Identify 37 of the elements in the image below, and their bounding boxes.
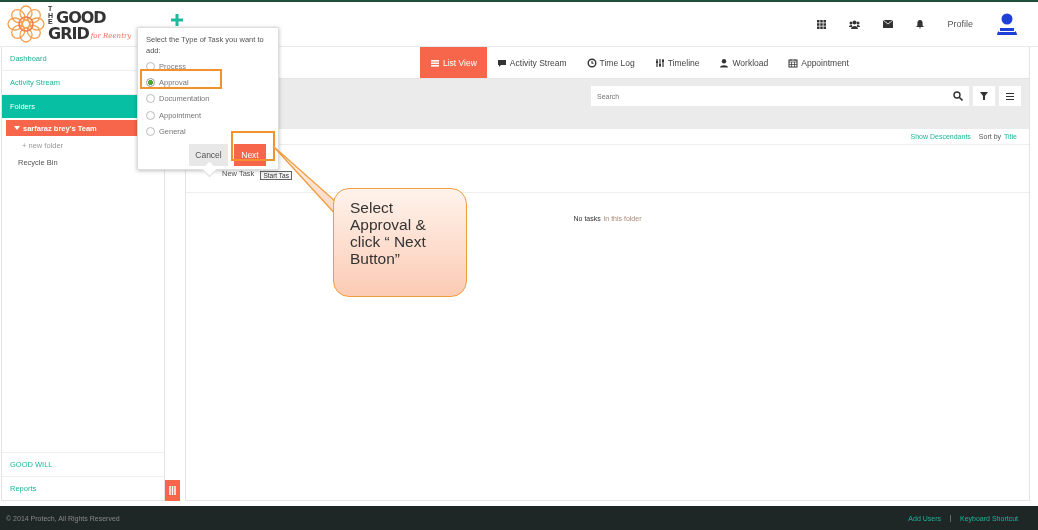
- sliders-icon: [654, 57, 665, 68]
- view-tab[interactable]: List View: [420, 47, 487, 78]
- bell-icon[interactable]: [916, 19, 925, 29]
- clock-icon: [586, 57, 597, 68]
- radio-button[interactable]: [146, 110, 155, 120]
- radio-button[interactable]: [146, 94, 155, 104]
- cancel-button[interactable]: Cancel: [189, 144, 228, 167]
- next-button[interactable]: Next: [234, 144, 266, 167]
- calendar-icon: [788, 57, 799, 68]
- radio-button[interactable]: [146, 61, 155, 71]
- speech-bubble-icon: [496, 57, 507, 68]
- filter-button[interactable]: [973, 86, 995, 106]
- avatar-icon[interactable]: [996, 13, 1018, 35]
- user-icon: [719, 57, 730, 68]
- callout: Select Approval & click “ Next Button”: [333, 188, 467, 297]
- envelope-icon[interactable]: [883, 20, 894, 28]
- search-icon[interactable]: [953, 91, 963, 101]
- radio-button[interactable]: [146, 77, 155, 87]
- menu-icon: [1006, 92, 1014, 100]
- profile-link[interactable]: Profile: [947, 19, 973, 29]
- view-tab[interactable]: Appointment: [778, 47, 859, 78]
- view-tab[interactable]: Activity Stream: [486, 47, 577, 78]
- view-tab[interactable]: Time Log: [576, 47, 645, 78]
- logo-text: GRID: [48, 25, 89, 42]
- view-tab[interactable]: Workload: [709, 47, 779, 78]
- list-icon: [430, 57, 440, 68]
- highlight-frame: [231, 131, 275, 161]
- grid-icon[interactable]: [817, 19, 827, 29]
- flower-logo-icon: [6, 4, 46, 44]
- caret-icon: [14, 126, 20, 130]
- filter-icon: [980, 92, 988, 100]
- view-tab[interactable]: Timeline: [644, 47, 710, 78]
- users-icon[interactable]: [849, 19, 861, 29]
- logo-text: GOOD: [56, 9, 106, 26]
- collapse-handle-icon[interactable]: [165, 480, 180, 501]
- menu-button[interactable]: [999, 86, 1021, 106]
- radio-button[interactable]: [146, 126, 155, 136]
